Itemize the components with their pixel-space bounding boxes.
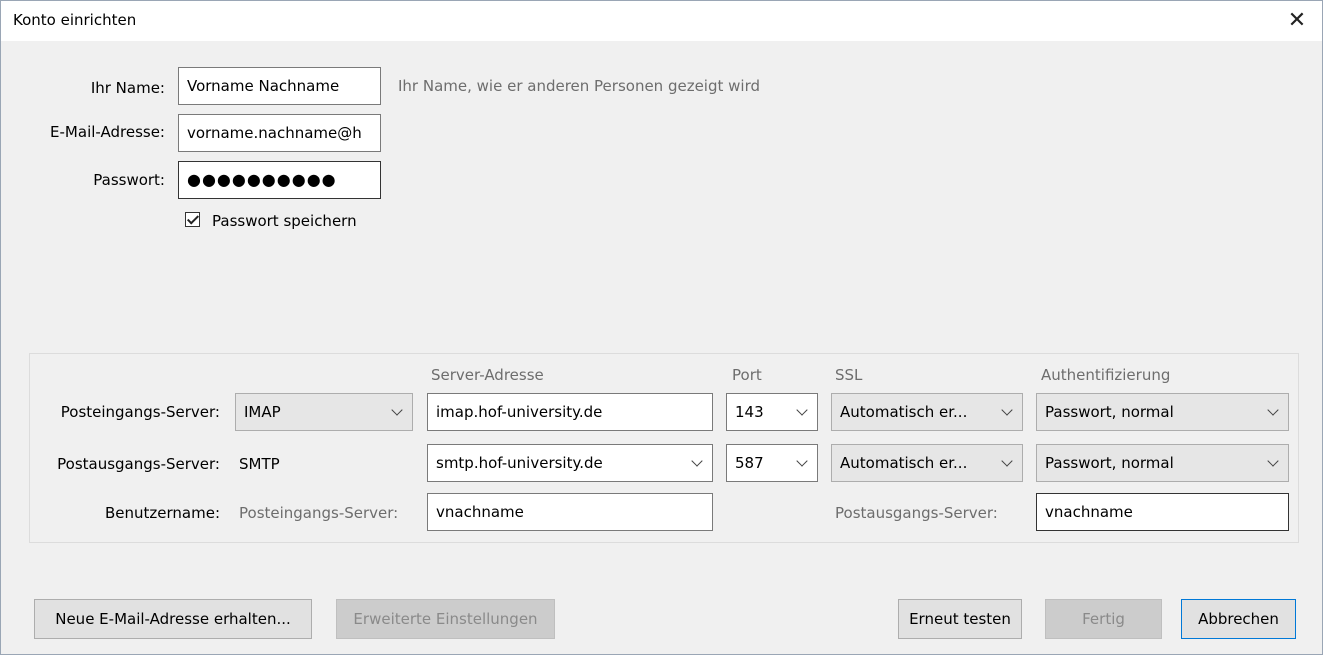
name-field[interactable]: Vorname Nachname — [178, 67, 381, 105]
outgoing-port-select[interactable]: 587 — [726, 444, 818, 482]
outgoing-address-value: smtp.hof-university.de — [436, 454, 603, 472]
name-label: Ihr Name: — [90, 79, 165, 97]
chevron-down-icon — [390, 394, 404, 430]
account-setup-dialog: Konto einrichten ✕ Ihr Name: Vorname Nac… — [0, 0, 1323, 655]
username-incoming-label: Posteingangs-Server: — [239, 504, 399, 522]
username-incoming-field[interactable]: vnachname — [427, 493, 713, 531]
new-address-button[interactable]: Neue E-Mail-Adresse erhalten... — [34, 599, 312, 639]
remember-password-label[interactable]: Passwort speichern — [212, 212, 357, 230]
dialog-title: Konto einrichten — [13, 11, 137, 29]
incoming-protocol-value: IMAP — [244, 403, 281, 421]
incoming-port-value: 143 — [735, 403, 764, 421]
outgoing-auth-value: Passwort, normal — [1045, 454, 1174, 472]
incoming-ssl-value: Automatisch er... — [840, 403, 968, 421]
chevron-down-icon — [795, 445, 809, 481]
email-label: E-Mail-Adresse: — [50, 123, 165, 141]
incoming-ssl-select[interactable]: Automatisch er... — [831, 393, 1023, 431]
outgoing-ssl-select[interactable]: Automatisch er... — [831, 444, 1023, 482]
retest-button[interactable]: Erneut testen — [898, 599, 1022, 639]
chevron-down-icon — [690, 445, 704, 481]
email-field[interactable]: vorname.nachname@h — [178, 114, 381, 152]
incoming-port-select[interactable]: 143 — [726, 393, 818, 431]
title-bar: Konto einrichten ✕ — [1, 1, 1322, 41]
chevron-down-icon — [1266, 445, 1280, 481]
username-label: Benutzername: — [104, 504, 220, 522]
incoming-server-label: Posteingangs-Server: — [60, 403, 220, 421]
chevron-down-icon — [1266, 394, 1280, 430]
chevron-down-icon — [1000, 445, 1014, 481]
username-outgoing-field[interactable]: vnachname — [1036, 493, 1289, 531]
column-header-port: Port — [732, 366, 762, 384]
chevron-down-icon — [795, 394, 809, 430]
advanced-settings-button[interactable]: Erweiterte Einstellungen — [336, 599, 555, 639]
incoming-auth-value: Passwort, normal — [1045, 403, 1174, 421]
outgoing-address-select[interactable]: smtp.hof-university.de — [427, 444, 713, 482]
remember-password-checkbox[interactable] — [185, 212, 200, 227]
incoming-auth-select[interactable]: Passwort, normal — [1036, 393, 1289, 431]
column-header-ssl: SSL — [835, 366, 863, 384]
chevron-down-icon — [1000, 394, 1014, 430]
outgoing-auth-select[interactable]: Passwort, normal — [1036, 444, 1289, 482]
outgoing-protocol-value: SMTP — [239, 455, 280, 473]
incoming-address-field[interactable]: imap.hof-university.de — [427, 393, 713, 431]
incoming-protocol-select[interactable]: IMAP — [235, 393, 413, 431]
username-outgoing-label: Postausgangs-Server: — [835, 504, 998, 522]
close-icon[interactable]: ✕ — [1283, 7, 1311, 35]
outgoing-port-value: 587 — [735, 454, 764, 472]
name-hint: Ihr Name, wie er anderen Personen gezeig… — [398, 77, 760, 95]
password-label: Passwort: — [93, 171, 165, 189]
outgoing-ssl-value: Automatisch er... — [840, 454, 968, 472]
outgoing-server-label: Postausgangs-Server: — [57, 455, 220, 473]
column-header-address: Server-Adresse — [431, 366, 544, 384]
password-field[interactable]: ●●●●●●●●●● — [178, 161, 381, 199]
column-header-auth: Authentifizierung — [1041, 366, 1171, 384]
cancel-button[interactable]: Abbrechen — [1181, 599, 1296, 639]
done-button[interactable]: Fertig — [1045, 599, 1162, 639]
